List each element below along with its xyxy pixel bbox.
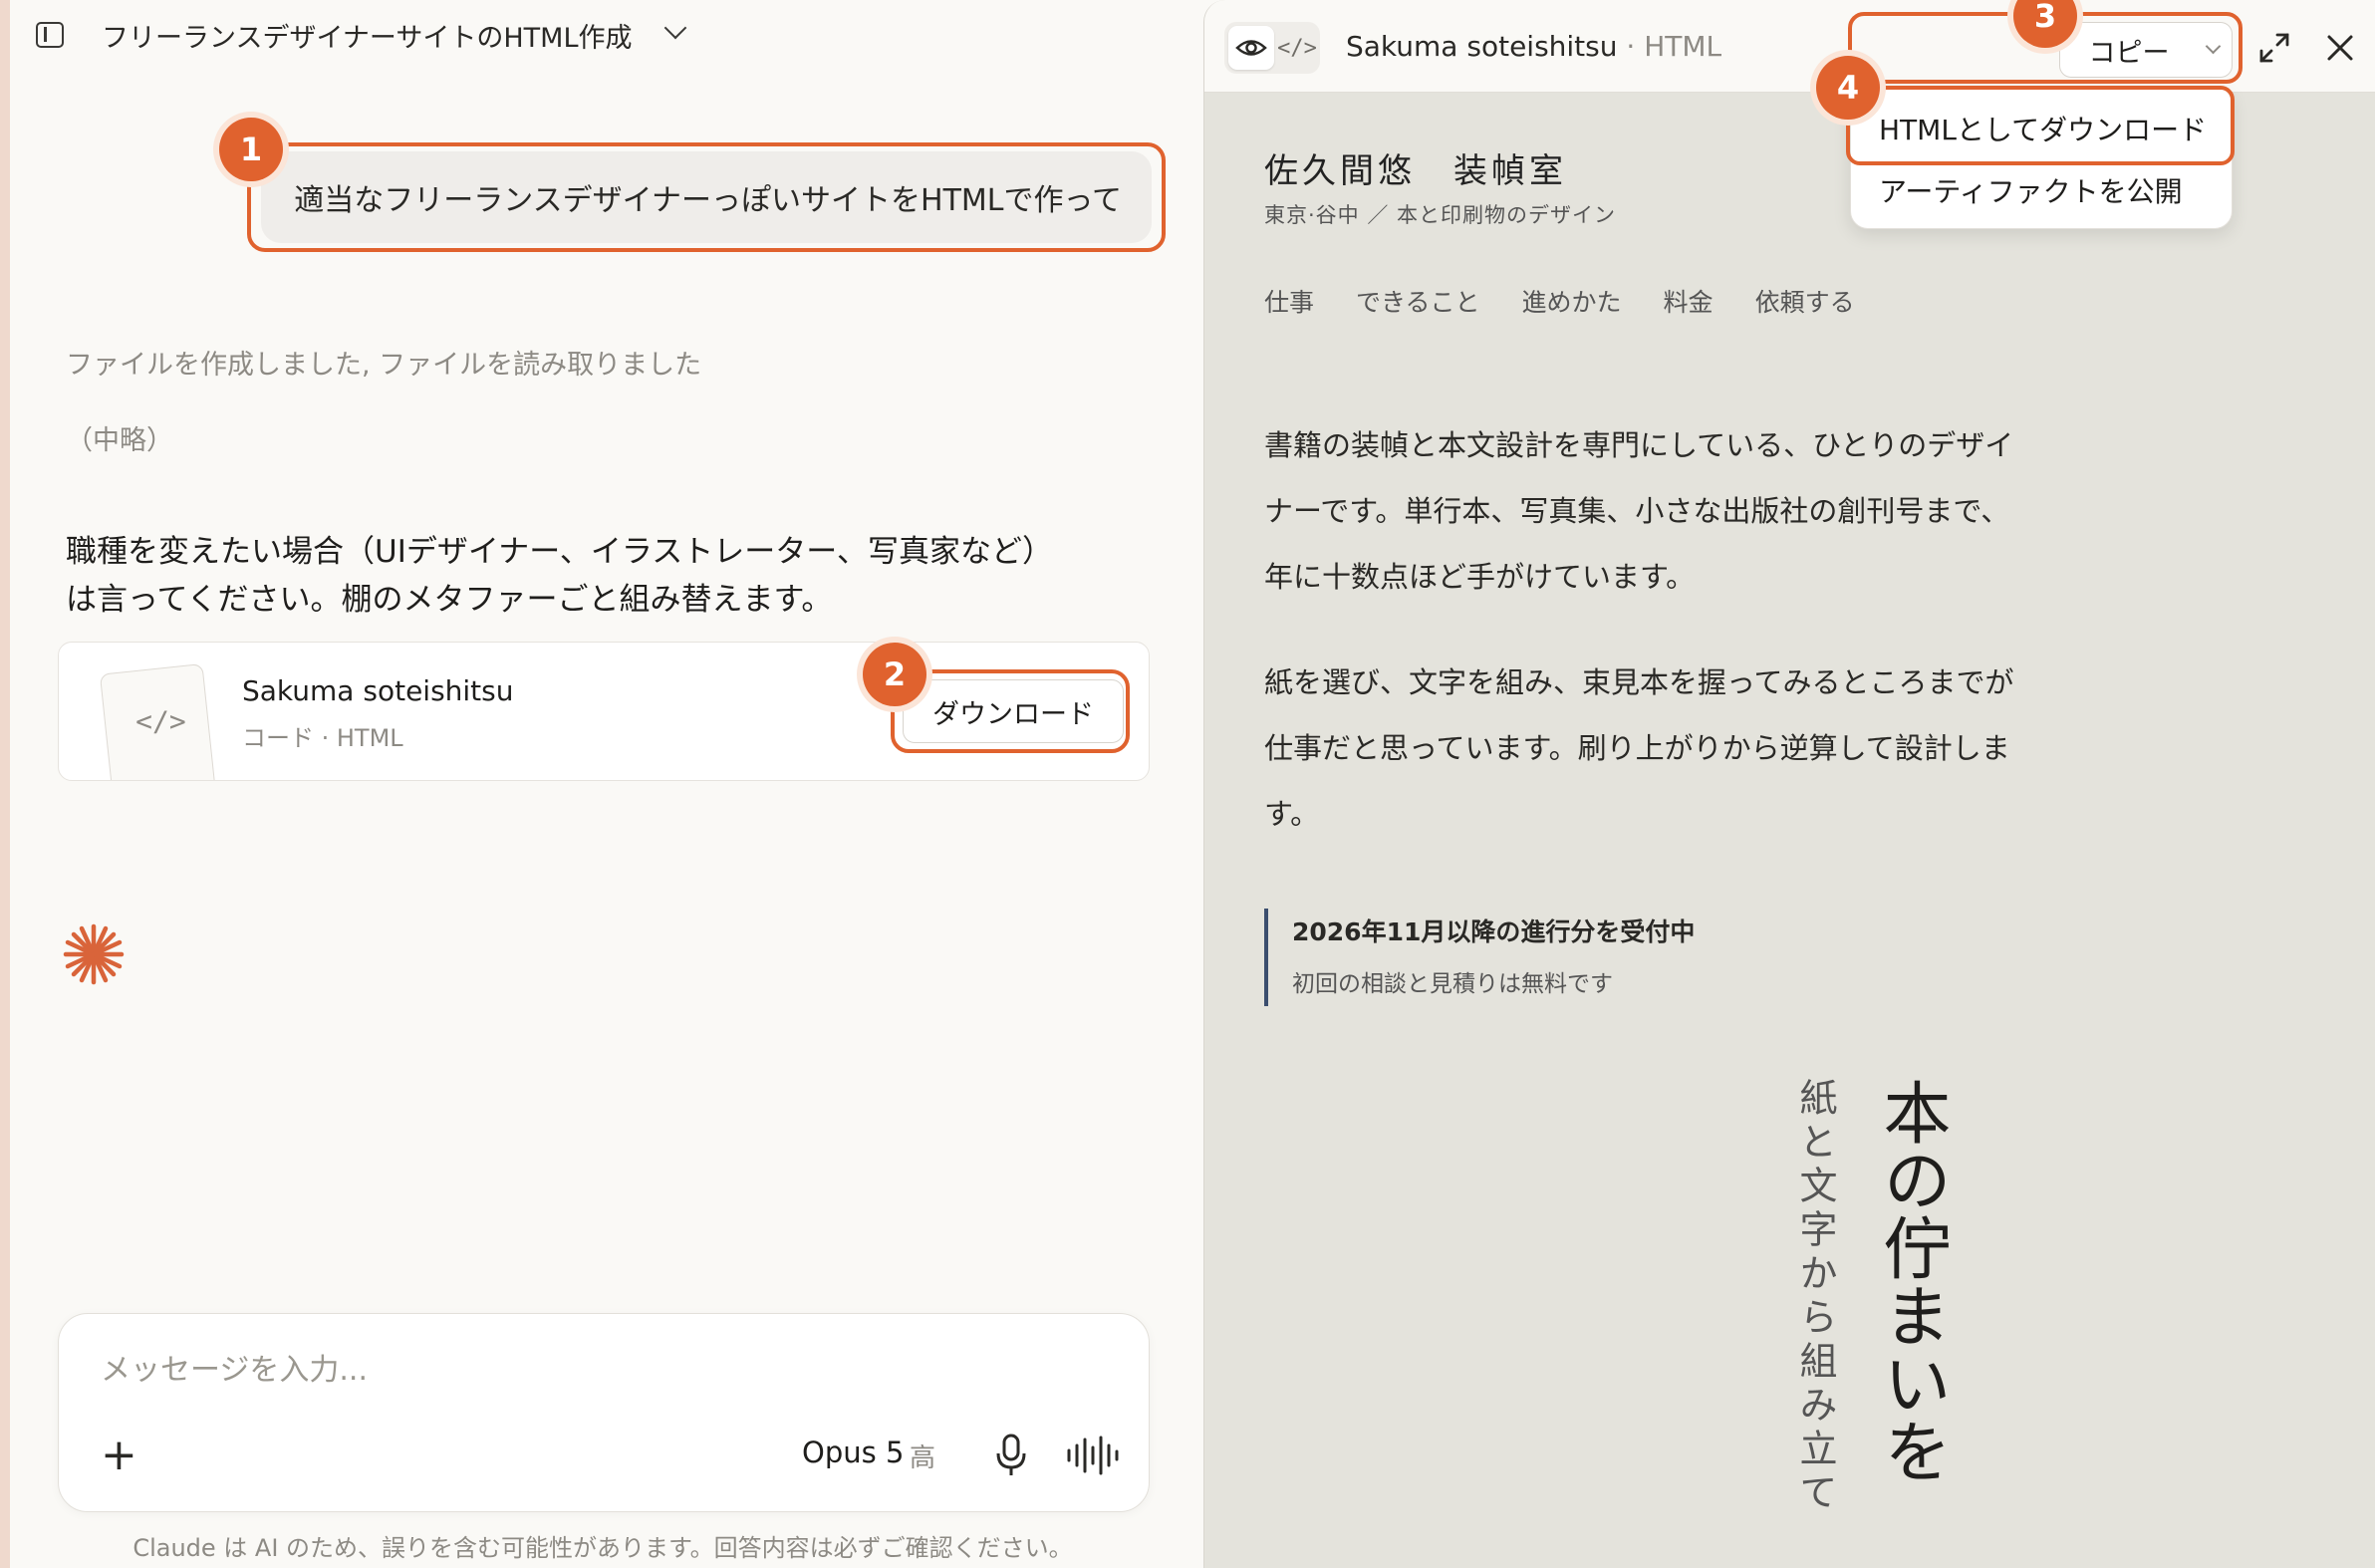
close-icon[interactable] xyxy=(2322,30,2358,66)
chat-header: フリーランスデザイナーサイトのHTML作成 xyxy=(10,0,1195,72)
copy-button[interactable]: コピー xyxy=(2059,22,2199,78)
assistant-message-line: は言ってください。棚のメタファーごと組み替えます。 xyxy=(66,582,833,618)
code-glyph: </> xyxy=(135,704,186,738)
omitted-note: （中略） xyxy=(66,425,173,456)
notice-subtext: 初回の相談と見積りは無料です xyxy=(1292,971,1613,997)
microphone-icon[interactable] xyxy=(991,1432,1031,1479)
voice-mode-icon[interactable] xyxy=(1065,1434,1121,1477)
add-attachment-button[interactable]: + xyxy=(101,1434,137,1477)
expand-icon[interactable] xyxy=(2256,30,2292,66)
assistant-message: 職種を変えたい場合（UIデザイナー、イラストレーター、写真家など） は言ってくだ… xyxy=(66,528,1122,624)
chevron-down-icon[interactable] xyxy=(663,16,687,40)
download-button[interactable]: ダウンロード xyxy=(903,679,1124,743)
notice-heading: 2026年11月以降の進行分を受付中 xyxy=(1292,917,1696,946)
code-view-button[interactable]: </> xyxy=(1276,26,1318,70)
menu-item-download-html[interactable]: HTMLとしてダウンロード xyxy=(1879,109,2207,148)
vertical-headline: 本の佇まいを xyxy=(1871,1078,1950,1484)
sidebar-toggle-icon[interactable] xyxy=(36,22,64,48)
artifact-title-sep: · xyxy=(1617,30,1645,63)
message-composer: + Opus 5 高 xyxy=(58,1313,1150,1512)
site-nav-item[interactable]: できること xyxy=(1356,283,1480,319)
assistant-message-line: 職種を変えたい場合（UIデザイナー、イラストレーター、写真家など） xyxy=(66,534,1053,570)
annotation-badge-4: 4 xyxy=(1816,56,1880,120)
artifact-panel: </> Sakuma soteishitsu · HTML コピー 佐久間悠 装… xyxy=(1203,0,2375,1568)
site-tagline: 東京·谷中 ／ 本と印刷物のデザイン xyxy=(1264,203,1617,227)
tool-status[interactable]: ファイルを作成しました, ファイルを読み取りました xyxy=(66,343,701,382)
annotation-badge-1: 1 xyxy=(219,118,283,181)
preview-view-button[interactable] xyxy=(1228,26,1274,70)
copy-dropdown-menu: HTMLとしてダウンロード アーティファクトを公開 xyxy=(1850,86,2233,229)
artifact-title: Sakuma soteishitsu · HTML xyxy=(1346,30,1721,63)
artifact-name: Sakuma soteishitsu xyxy=(242,674,514,707)
site-nav-item[interactable]: 進めかた xyxy=(1522,283,1622,319)
effort-selector[interactable]: 高 xyxy=(910,1437,935,1474)
model-selector[interactable]: Opus 5 xyxy=(802,1436,904,1469)
site-nav-item[interactable]: 依頼する xyxy=(1755,283,1855,319)
user-message: 適当なフリーランスデザイナーっぽいサイトをHTMLで作って xyxy=(261,151,1152,243)
availability-notice: 2026年11月以降の進行分を受付中 初回の相談と見積りは無料です xyxy=(1264,909,1695,1006)
site-intro-paragraph: 書籍の装幀と本文設計を専門にしている、ひとりのデザイナーです。単行本、写真集、小… xyxy=(1264,428,2014,594)
site-intro-paragraph: 紙を選び、文字を組み、束見本を握ってみるところまでが仕事だと思っています。刷り上… xyxy=(1264,665,2014,831)
user-message-text: 適当なフリーランスデザイナーっぽいサイトをHTMLで作って xyxy=(294,183,1122,218)
eye-icon xyxy=(1235,40,1267,56)
artifact-panel-header: </> Sakuma soteishitsu · HTML コピー xyxy=(1204,0,2375,93)
app-window: フリーランスデザイナーサイトのHTML作成 適当なフリーランスデザイナーっぽいサ… xyxy=(0,0,2375,1568)
view-toggle: </> xyxy=(1224,22,1320,74)
code-file-icon: </> xyxy=(99,662,218,780)
copy-options-chevron-icon[interactable] xyxy=(2197,22,2233,78)
vertical-subheadline: 紙と文字から組み立て xyxy=(1793,1078,1837,1516)
artifact-title-kind: HTML xyxy=(1644,30,1722,63)
site-nav-item[interactable]: 仕事 xyxy=(1264,283,1314,319)
chat-title[interactable]: フリーランスデザイナーサイトのHTML作成 xyxy=(102,16,633,55)
message-input[interactable] xyxy=(99,1352,999,1389)
menu-item-publish-artifact[interactable]: アーティファクトを公開 xyxy=(1879,170,2183,210)
artifact-title-name: Sakuma soteishitsu xyxy=(1346,30,1618,63)
site-brand: 佐久間悠 装幀室 xyxy=(1264,151,1567,191)
site-nav-item[interactable]: 料金 xyxy=(1664,283,1714,319)
claude-spark-icon xyxy=(63,923,125,985)
disclaimer: Claude は AI のため、誤りを含む可能性があります。回答内容は必ずご確認… xyxy=(132,1534,1073,1562)
annotation-badge-2: 2 xyxy=(863,643,926,706)
site-nav: 仕事 できること 進めかた 料金 依頼する xyxy=(1264,283,1855,319)
artifact-subtitle: コード · HTML xyxy=(242,724,403,752)
